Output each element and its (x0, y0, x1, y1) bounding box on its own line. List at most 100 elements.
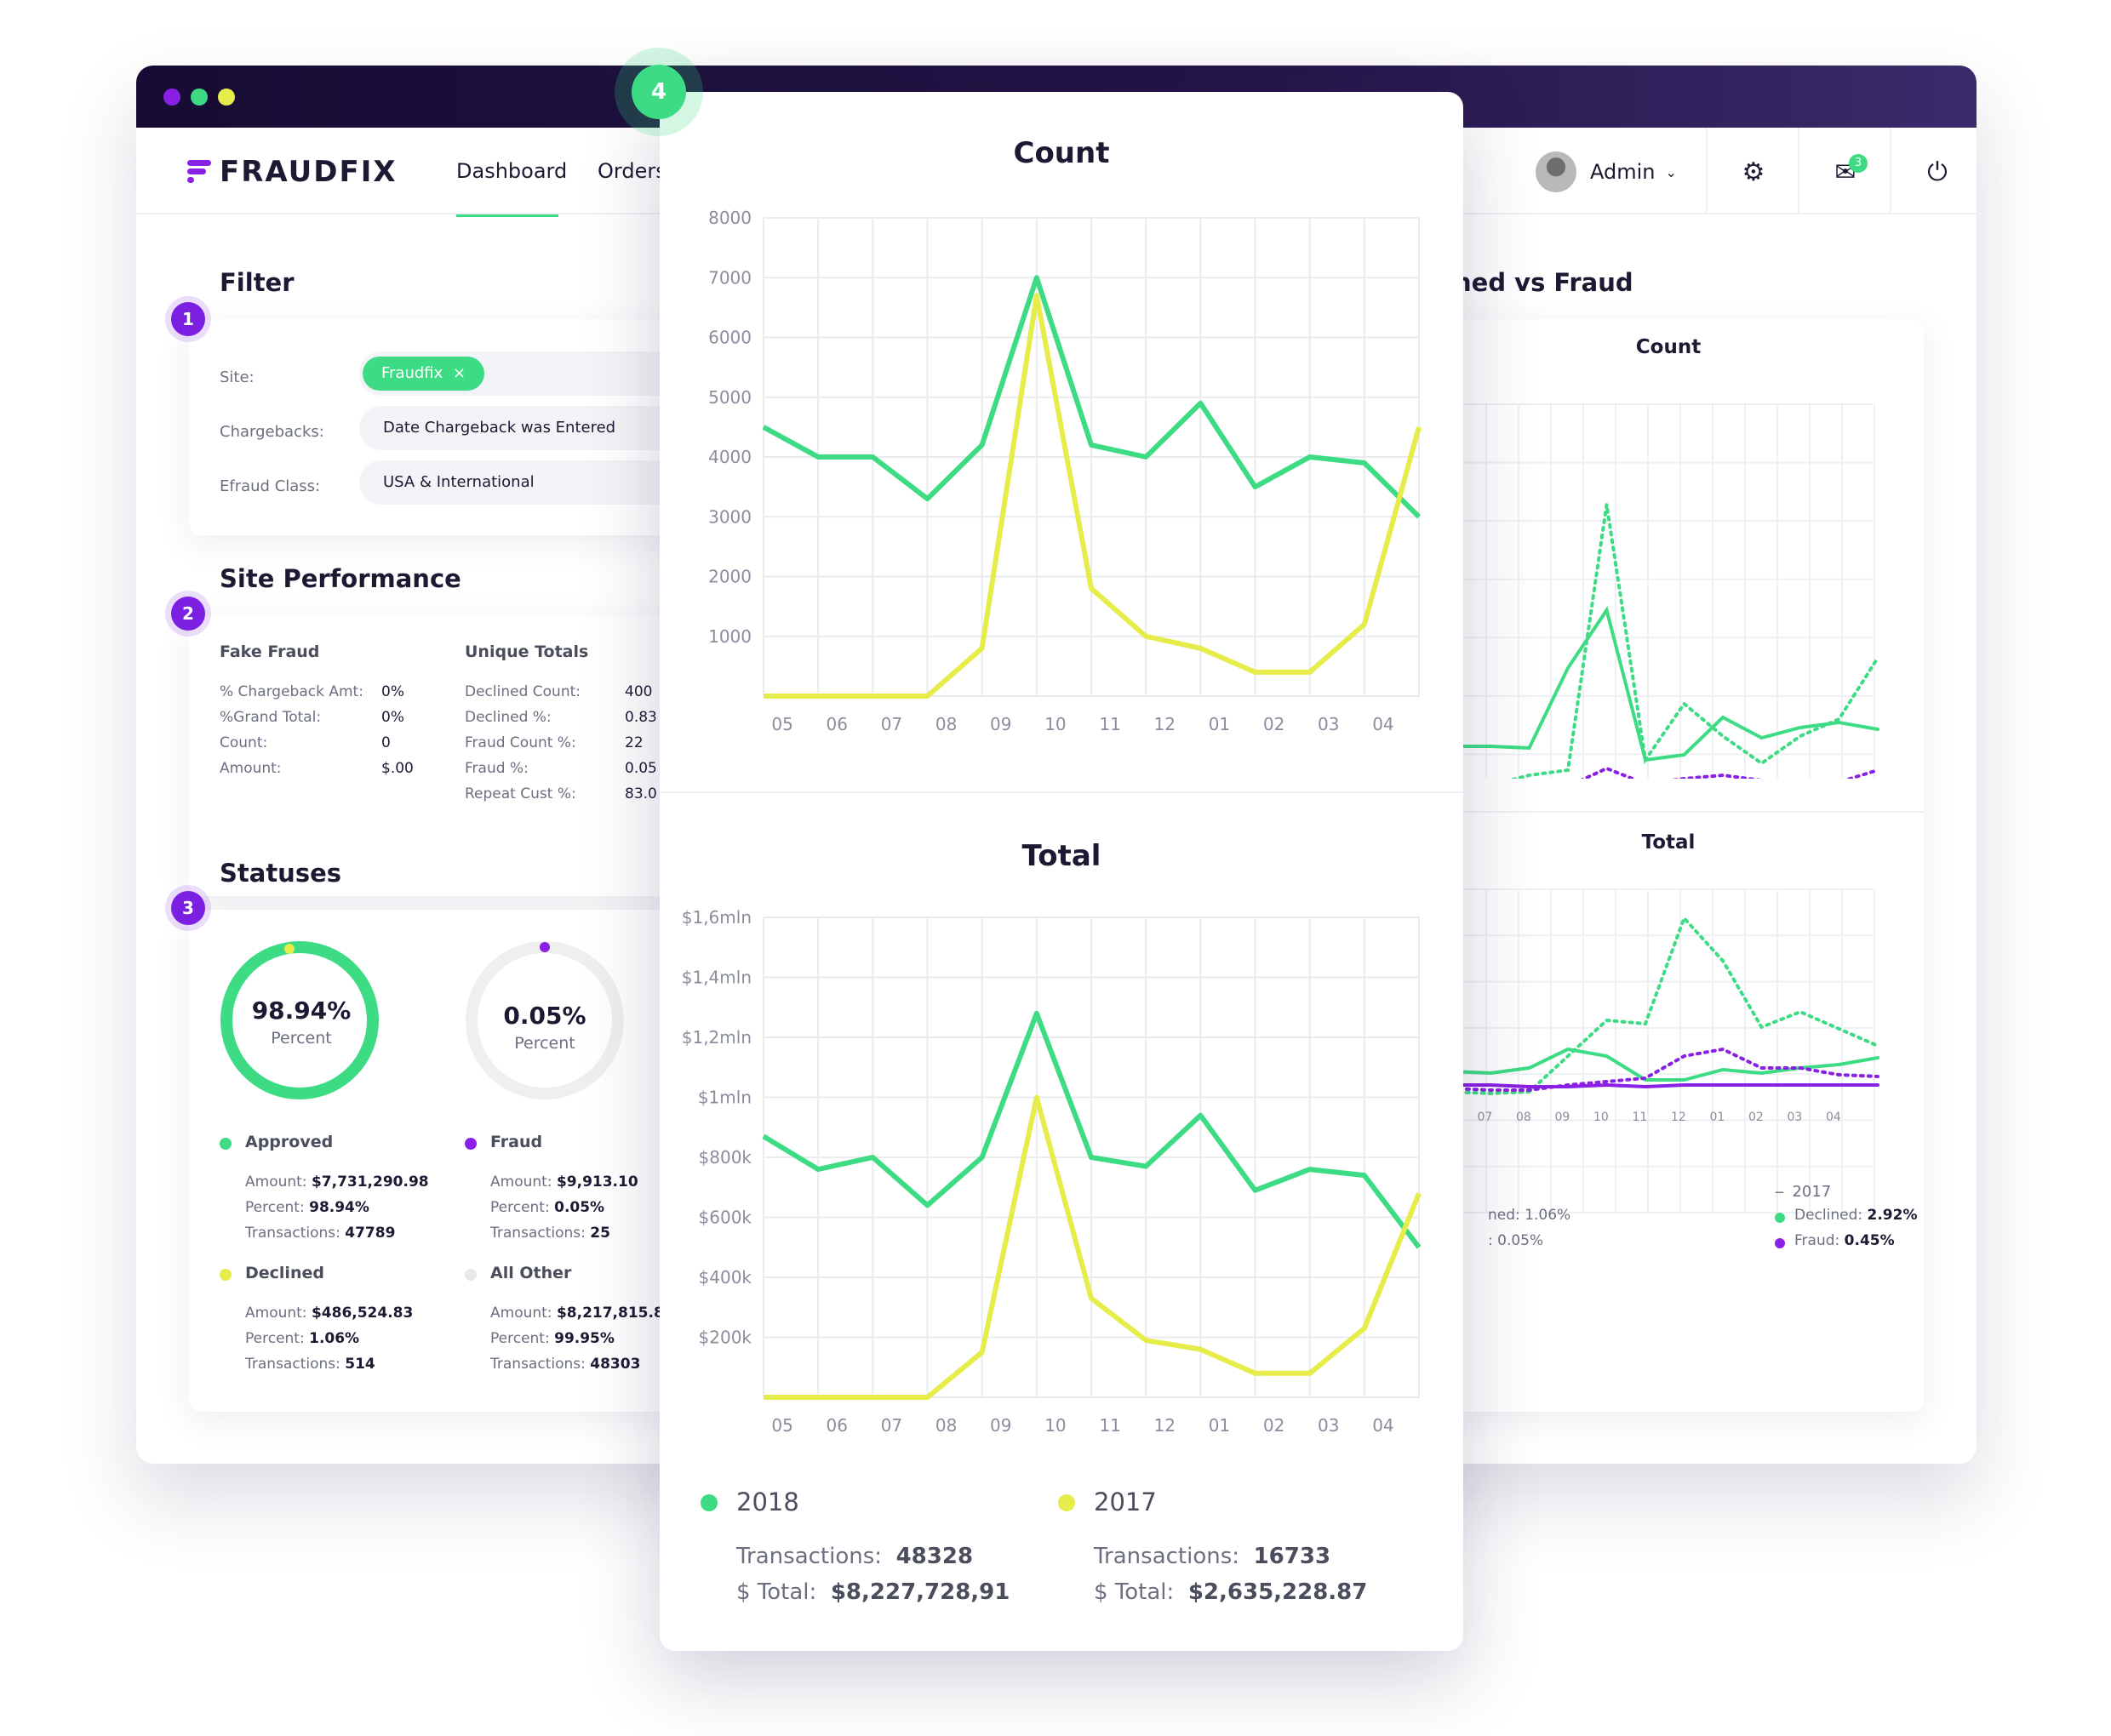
y-tick-label: 4000 (708, 447, 752, 467)
all-other-title: All Other (490, 1264, 572, 1282)
mini-x-label: 08 (1516, 1111, 1531, 1124)
power-icon[interactable]: ⏻ (1920, 155, 1954, 189)
x-tick-label: 12 (1154, 714, 1176, 734)
window-dot-purple[interactable] (163, 89, 180, 106)
approved-ring-marker (284, 944, 295, 954)
mini-declined-2017 (1413, 504, 1879, 779)
count-chart: 1000 2000 3000 4000 5000 6000 7000 8000 05 06 07 08… (708, 208, 1422, 734)
mini-fraud-value: Fraud: 0.45% (1794, 1232, 1895, 1249)
x-tick-label: 04 (1372, 714, 1393, 734)
fraud-dot (465, 1138, 477, 1150)
y-tick-label: $400k (699, 1267, 752, 1288)
statuses-title: Statuses (220, 859, 342, 888)
mini-declined-2018 (1413, 1047, 1879, 1082)
y-tick-label: 5000 (708, 387, 752, 408)
legend-2018-total: $ Total: $8,227,728,91 (736, 1579, 1010, 1605)
logo-text: FRAUDFIX (220, 155, 398, 189)
site-tag[interactable]: Fraudfix × (363, 357, 485, 391)
logo[interactable]: FRAUDFIX (187, 155, 398, 189)
fraud-amount: Amount: $9,913.10 (490, 1174, 638, 1191)
mini-x-label: 10 (1593, 1111, 1609, 1124)
legend-2018-dot (701, 1494, 718, 1511)
kv-label: %Grand Total: (220, 709, 322, 726)
approved-ring-label: Percent (271, 1029, 332, 1048)
kv-label: % Chargeback Amt: (220, 683, 363, 700)
filter-title: Filter (220, 268, 295, 297)
x-tick-label: 10 (1044, 1415, 1066, 1436)
kv-label: Repeat Cust %: (465, 785, 576, 802)
kv-label: Count: (220, 734, 268, 751)
mini-fraud-dot (1775, 1238, 1785, 1248)
y-tick-label: $1,2mln (682, 1027, 752, 1048)
x-tick-label: 07 (881, 1415, 902, 1436)
all-other-dot (465, 1269, 477, 1281)
mini-count-chart: 0607080910111201020304 (1413, 403, 1879, 779)
x-tick-label: 09 (990, 1415, 1011, 1436)
nav-orders[interactable]: Orders (598, 159, 666, 183)
site-performance-card: Fake Fraud % Chargeback Amt: 0% %Grand T… (189, 615, 734, 896)
x-tick-label: 06 (827, 714, 848, 734)
x-tick-label: 04 (1372, 1415, 1393, 1436)
fraud-ring-marker (540, 942, 550, 952)
x-tick-label: 10 (1044, 714, 1066, 734)
all-other-transactions: Transactions: 48303 (490, 1356, 641, 1373)
fake-fraud-title: Fake Fraud (220, 642, 320, 661)
chargebacks-label: Chargebacks: (220, 423, 324, 441)
fraud-ring-label: Percent (514, 1034, 575, 1053)
mini-x-label: 12 (1671, 1111, 1686, 1124)
step-badge-3: 3 (171, 891, 205, 925)
unique-totals-title: Unique Totals (465, 642, 589, 661)
kv-value: 0.83 (625, 709, 657, 726)
x-tick-label: 07 (881, 714, 902, 734)
x-tick-label: 11 (1099, 714, 1120, 734)
legend-2018-year: 2018 (736, 1488, 799, 1516)
fraud-title: Fraud (490, 1133, 543, 1151)
kv-value: 0 (381, 734, 391, 751)
efraud-label: Efraud Class: (220, 477, 321, 495)
dashed-line-icon: -- (1775, 1183, 1784, 1201)
legend-2017-transactions: Transactions: 16733 (1094, 1544, 1331, 1569)
user-menu[interactable]: Admin ⌄ (1536, 151, 1677, 192)
kv-value: 0% (381, 683, 404, 700)
step-badge-1: 1 (171, 302, 205, 336)
window-dot-yellow[interactable] (218, 89, 235, 106)
x-tick-label: 08 (935, 1415, 957, 1436)
y-tick-label: $1,6mln (682, 907, 752, 928)
gear-icon[interactable]: ⚙ (1736, 155, 1771, 189)
mini-x-label: 09 (1555, 1111, 1570, 1124)
avatar (1536, 151, 1576, 192)
mini-declined-dot (1775, 1213, 1785, 1223)
approved-ring-value: 98.94% (251, 996, 352, 1025)
kv-label: Declined %: (465, 709, 552, 726)
kv-value: 22 (625, 734, 644, 751)
x-tick-label: 11 (1099, 1415, 1120, 1436)
mini-cut-row-1: ned: 1.06% (1488, 1207, 1571, 1224)
kv-value: 400 (625, 683, 653, 700)
mini-x-label: 01 (1710, 1111, 1725, 1124)
nav-dashboard[interactable]: Dashboard (456, 159, 567, 183)
mini-x-label: 04 (1826, 1111, 1841, 1124)
site-tag-label: Fraudfix (381, 364, 443, 382)
all-other-amount: Amount: $8,217,815.81 (490, 1305, 674, 1322)
mini-x-label: 03 (1788, 1111, 1803, 1124)
close-icon[interactable]: × (453, 364, 466, 382)
approved-dot (220, 1138, 232, 1150)
window-dot-green[interactable] (191, 89, 208, 106)
statuses-card: 98.94% Percent 0.05% Percent Approved Am… (189, 910, 734, 1412)
y-tick-label: $1,4mln (682, 968, 752, 988)
all-other-percent: Percent: 99.95% (490, 1330, 615, 1347)
approved-amount: Amount: $7,731,290.98 (245, 1174, 429, 1191)
x-tick-label: 09 (990, 714, 1011, 734)
y-tick-label: $600k (699, 1208, 752, 1228)
y-tick-label: 8000 (708, 208, 752, 228)
x-tick-label: 05 (771, 1415, 792, 1436)
mini-x-label: 07 (1478, 1111, 1493, 1124)
filter-card: Site: Fraudfix × Chargebacks: Date Charg… (189, 319, 734, 535)
y-tick-label: 1000 (708, 626, 752, 647)
approved-transactions: Transactions: 47789 (245, 1225, 396, 1242)
fraud-ring-value: 0.05% (503, 1002, 586, 1030)
comparison-panel: Count 1000 2000 3000 4000 5000 6000 7000 8000 05… (660, 92, 1463, 1651)
y-tick-label: 3000 (708, 506, 752, 527)
step-badge-2: 2 (171, 597, 205, 631)
mini-total-chart: 0607080910111201020304 (1413, 888, 1879, 1213)
